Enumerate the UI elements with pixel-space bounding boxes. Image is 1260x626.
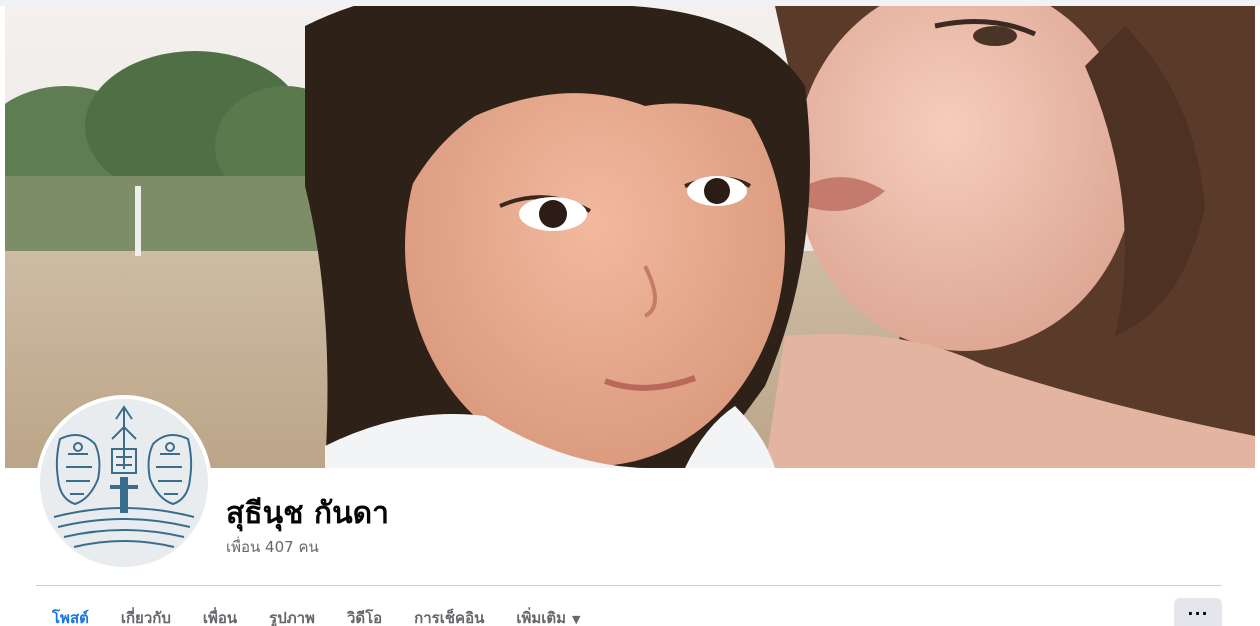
tab-photos[interactable]: รูปภาพ [253,596,331,626]
tab-photos-label: รูปภาพ [269,609,315,626]
tab-posts[interactable]: โพสต์ [36,596,105,626]
caret-down-icon: ▼ [572,613,581,626]
tab-more-label: เพิ่มเติม [516,609,567,626]
cover-photo[interactable] [5,6,1255,468]
tab-about[interactable]: เกี่ยวกับ [105,596,187,626]
tab-friends-label: เพื่อน [202,609,238,626]
tab-posts-label: โพสต์ [52,609,89,626]
tiger-tattoo-icon [40,399,208,567]
profile-page: สุธีนุช กันดา เพื่อน 407 คน โพสต์ เกี่ยว… [0,0,1260,626]
tab-videos[interactable]: วิดีโอ [331,596,398,626]
profile-avatar-image [40,399,208,567]
profile-name: สุธีนุช กันดา [226,496,389,531]
ellipsis-icon: ··· [1187,604,1209,623]
profile-tabs: โพสต์ เกี่ยวกับ เพื่อน รูปภาพ วิดีโอ การ… [36,596,596,626]
tab-friends[interactable]: เพื่อน [187,596,253,626]
friends-count[interactable]: เพื่อน 407 คน [226,535,319,559]
tab-videos-label: วิดีโอ [346,609,383,626]
tab-about-label: เกี่ยวกับ [120,609,171,626]
cover-photo-image [5,6,1255,468]
profile-divider [36,585,1222,586]
tab-checkins[interactable]: การเช็คอิน [398,596,500,626]
tab-more[interactable]: เพิ่มเติม ▼ [500,596,596,626]
profile-avatar[interactable] [36,395,212,571]
tab-checkins-label: การเช็คอิน [414,609,485,626]
more-options-button[interactable]: ··· [1174,598,1222,626]
